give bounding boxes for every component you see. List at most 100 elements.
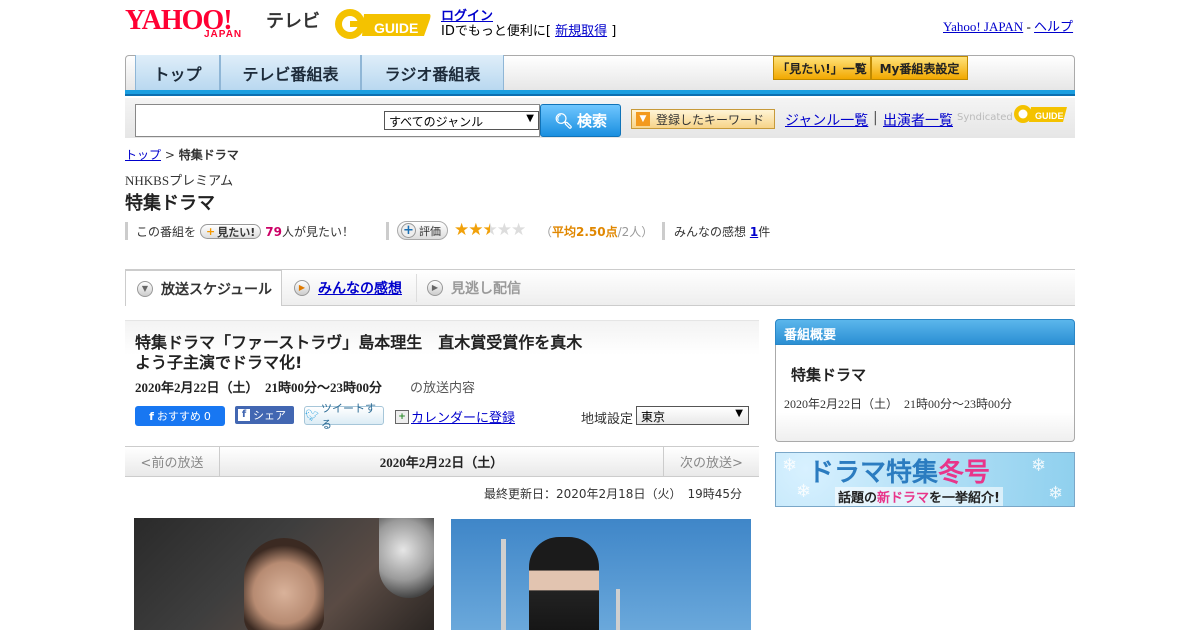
search-button[interactable]: 🔍︎ 検索 (540, 104, 621, 137)
facebook-icon: f (149, 409, 154, 423)
prev-broadcast-button[interactable]: <前の放送 (125, 447, 220, 476)
snowflake-icon: ❄ (1048, 483, 1064, 504)
banner-subtitle[interactable]: 話題の新ドラマを一挙紹介! (835, 487, 1003, 506)
star-icon: ★ (454, 220, 469, 240)
main-nav-underline (125, 90, 1075, 96)
cast-list-link[interactable]: 出演者一覧 (883, 110, 953, 130)
plus-icon: + (206, 225, 216, 238)
mitai-suffix: 人が見たい！ (281, 225, 354, 239)
average-score: 平均2.50点 (552, 225, 618, 239)
kanso-prefix: みんなの感想 (674, 225, 747, 239)
top-right-links: Yahoo! JAPAN - ヘルプ (943, 16, 1073, 35)
mitai-stats: この番組を + 見たい! 79人が見たい！ (136, 223, 354, 240)
next-broadcast-button[interactable]: 次の放送> (663, 447, 759, 476)
program-summary-box (775, 345, 1075, 442)
banner-sub-post: を一挙紹介! (929, 491, 1000, 506)
help-link[interactable]: ヘルプ (1034, 19, 1073, 34)
nav-tab-radio-guide[interactable]: ラジオ番組表 (361, 55, 504, 90)
rating-stars: ★★★★★ (454, 220, 526, 240)
twitter-bird-icon: 🐦︎ (305, 409, 319, 422)
facebook-recommend-count: 0 (203, 409, 211, 423)
search-icon: 🔍︎ (553, 111, 574, 130)
id-prefix: IDでもっと便利に[ (441, 24, 556, 39)
facebook-recommend-button[interactable]: f おすすめ 0 (135, 406, 225, 426)
tab-broadcast-schedule[interactable]: ▼ 放送スケジュール (125, 270, 282, 306)
average-rating: （平均2.50点/2人） (540, 223, 653, 240)
banner-title[interactable]: ドラマ特集冬号 (808, 452, 990, 489)
signup-link[interactable]: 新規取得 (555, 24, 607, 39)
stats-divider (386, 222, 389, 240)
kanso-count-link[interactable]: 1 (750, 225, 758, 239)
dash-separator: - (1023, 19, 1035, 34)
mitai-count: 79 (265, 225, 282, 239)
photo-actress (529, 537, 599, 630)
breadcrumb-top-link[interactable]: トップ (125, 148, 161, 162)
plus-icon: + (401, 223, 416, 238)
breadcrumb-current: 特集ドラマ (178, 148, 239, 162)
select-arrow-icon: ▼ (735, 408, 743, 419)
tab-broadcast-schedule-label: 放送スケジュール (161, 281, 273, 298)
gguide-small-logo: GUIDE (1014, 105, 1067, 123)
kanso-suffix: 件 (758, 225, 771, 239)
mitai-button[interactable]: + 見たい! (200, 224, 262, 239)
nav-tab-tv-guide[interactable]: テレビ番組表 (220, 55, 361, 90)
registered-keyword-label: 登録したキーワード (656, 112, 765, 127)
rate-button-label: 評価 (419, 224, 441, 238)
genre-list-link[interactable]: ジャンル一覧 (785, 110, 868, 130)
tweet-button[interactable]: 🐦︎ ツイートする (304, 402, 384, 431)
chevron-down-icon: ▼ (137, 280, 153, 297)
episode-datetime: 2020年2月22日（土） 21時00分～23時00分 (135, 380, 383, 395)
avg-open-paren: （ (540, 225, 553, 239)
banner-title-season: 冬号 (938, 458, 991, 488)
calendar-register[interactable]: + カレンダーに登録 (395, 407, 515, 426)
mitai-list-button[interactable]: 「見たい!」一覧 (773, 56, 871, 80)
registered-keyword-button[interactable]: ▼ 登録したキーワード (631, 109, 775, 129)
kanso-count: みんなの感想 1件 (674, 223, 770, 240)
rater-count: /2人） (617, 225, 654, 239)
id-suffix: ] (607, 24, 617, 39)
region-select[interactable]: 東京 ▼ (636, 406, 749, 425)
dropdown-triangle-icon: ▼ (636, 112, 650, 126)
genre-select[interactable]: すべてのジャンル ▼ (384, 111, 539, 130)
episode-title: 特集ドラマ「ファーストラヴ」島本理生 直木賞受賞作を真木よう子主演でドラマ化! (135, 333, 583, 372)
yahoo-japan-link[interactable]: Yahoo! JAPAN (943, 19, 1023, 34)
rate-button[interactable]: + 評価 (397, 221, 448, 240)
genre-select-value: すべてのジャンル (389, 115, 484, 129)
photo-utility-pole (501, 539, 506, 630)
episode-datetime-suffix: の放送内容 (410, 381, 476, 396)
tab-minogashi: ▶ 見逃し配信 (427, 270, 521, 306)
stats-divider (125, 222, 128, 240)
program-summary-header: 番組概要 (775, 319, 1075, 345)
facebook-share-button[interactable]: f シェア (235, 406, 294, 424)
current-broadcast-date: 2020年2月22日（土） (379, 455, 504, 470)
stats-divider (662, 222, 665, 240)
banner-sub-new: 新ドラマ (877, 491, 930, 506)
id-signup-line: IDでもっと便利に[ 新規取得 ] (441, 20, 616, 39)
gguide-logo: GUIDE (335, 9, 431, 39)
chevron-right-icon: ▶ (427, 280, 443, 296)
calendar-register-link[interactable]: カレンダーに登録 (411, 407, 515, 426)
breadcrumb: トップ > 特集ドラマ (125, 146, 239, 163)
nav-tab-top[interactable]: トップ (135, 55, 220, 90)
yahoo-japan-logo[interactable]: YAHOO! JAPAN (125, 5, 260, 43)
program-summary-date: 2020年2月22日（土） 21時00分～23時00分 (784, 397, 1013, 411)
select-arrow-icon: ▼ (526, 113, 534, 124)
drama-photo-2 (451, 519, 751, 630)
photo-utility-pole (616, 589, 620, 630)
svg-text:GUIDE: GUIDE (1035, 111, 1064, 121)
star-icon: ★ (511, 220, 526, 240)
channel-name: NHKBSプレミアム (125, 173, 234, 188)
last-updated: 最終更新日：2020年2月18日（火） 19時45分 (484, 487, 742, 501)
tab-kanso[interactable]: ▶ みんなの感想 (294, 270, 402, 306)
page-title: 特集ドラマ (125, 193, 215, 214)
tab-separator (416, 274, 417, 302)
chevron-right-icon: ▶ (294, 280, 310, 296)
search-button-label: 検索 (577, 112, 608, 130)
syndicated-label: Syndicated (957, 112, 1013, 123)
my-bangumi-settings-button[interactable]: My番組表設定 (871, 56, 968, 80)
tab-kanso-label: みんなの感想 (318, 281, 402, 297)
tab-minogashi-label: 見逃し配信 (451, 281, 521, 297)
tv-label[interactable]: テレビ (266, 7, 320, 33)
mitai-button-label: 見たい! (217, 225, 256, 239)
facebook-share-label: シェア (253, 409, 286, 422)
